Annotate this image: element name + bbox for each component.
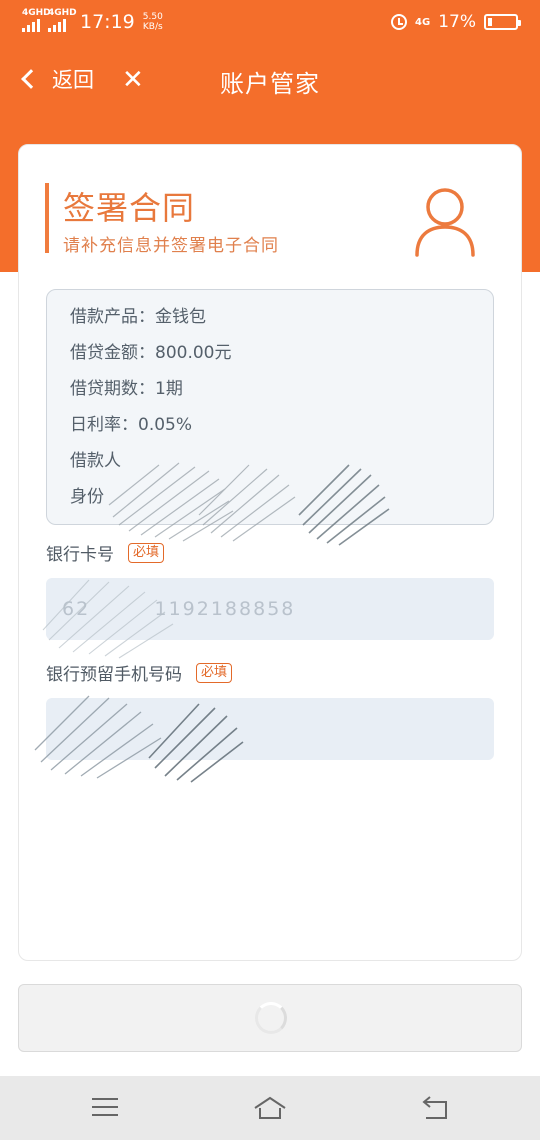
signal-icon: 4GHD xyxy=(48,8,77,32)
net-speed-value: 5.50 xyxy=(142,12,163,22)
submit-button[interactable] xyxy=(18,984,522,1052)
bank-phone-label: 银行预留手机号码 必填 xyxy=(46,660,233,685)
sim1-network-label: 4GHD xyxy=(22,8,51,18)
status-bar: 4GHD 4GHD 17:19 5.50 KB/s 4G 17% xyxy=(0,0,540,44)
navigation-bar: 返回 ✕ 账户管家 xyxy=(0,50,540,112)
menu-icon[interactable] xyxy=(92,1098,118,1116)
bank-card-label: 银行卡号 必填 xyxy=(46,540,165,565)
net-speed: 5.50 KB/s xyxy=(143,12,163,32)
net-speed-unit: KB/s xyxy=(142,22,163,32)
info-row-borrower: 借款人 xyxy=(70,451,121,471)
required-badge: 必填 xyxy=(196,662,233,683)
required-badge: 必填 xyxy=(128,542,165,563)
info-row-term: 借贷期数：1期 xyxy=(70,379,183,399)
user-outline-icon xyxy=(415,188,475,257)
contract-card: 签署合同 请补充信息并签署电子合同 借款产品：金钱包 借贷金额：800.00元 … xyxy=(18,144,522,961)
info-row-amount: 借贷金额：800.00元 xyxy=(70,343,232,363)
page-title: 账户管家 xyxy=(220,70,320,98)
info-row-product: 借款产品：金钱包 xyxy=(70,307,206,327)
info-row-rate: 日利率：0.05% xyxy=(70,415,193,435)
battery-percent: 17% xyxy=(438,12,476,32)
bank-card-input[interactable] xyxy=(46,578,494,640)
alarm-icon xyxy=(391,14,408,30)
title-accent-bar xyxy=(45,183,49,253)
bank-phone-input[interactable] xyxy=(46,698,494,760)
home-icon[interactable] xyxy=(253,1096,287,1120)
network-type-label: 4G xyxy=(415,16,431,28)
card-title: 签署合同 xyxy=(63,189,196,227)
loading-spinner-icon xyxy=(255,1002,287,1034)
system-navigation-bar xyxy=(0,1076,540,1140)
signal-icon: 4GHD xyxy=(22,8,51,32)
card-subtitle: 请补充信息并签署电子合同 xyxy=(63,236,279,256)
sim2-network-label: 4GHD xyxy=(48,8,77,18)
loan-info-box: 借款产品：金钱包 借贷金额：800.00元 借贷期数：1期 日利率：0.05% … xyxy=(46,289,494,525)
clock: 17:19 xyxy=(80,11,135,33)
info-row-id: 身份 xyxy=(70,487,104,507)
back-icon[interactable] xyxy=(420,1096,450,1120)
battery-icon xyxy=(484,14,521,30)
